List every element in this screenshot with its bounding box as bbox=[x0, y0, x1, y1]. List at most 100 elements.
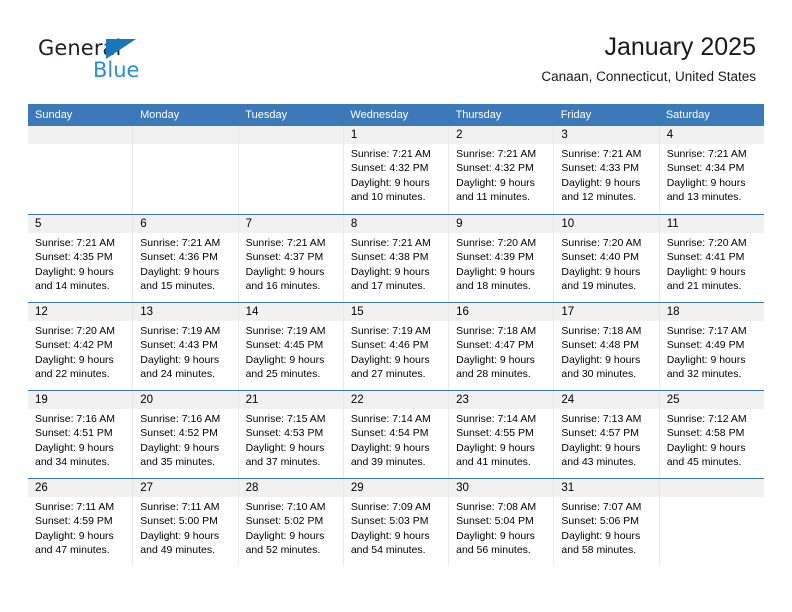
day-cell[interactable]: 6 Sunrise: 7:21 AM Sunset: 4:36 PM Daylight… bbox=[133, 215, 239, 302]
day-detail-line: and 22 minutes. bbox=[35, 368, 110, 381]
day-detail-line: and 47 minutes. bbox=[35, 544, 110, 557]
day-cell[interactable]: 8 Sunrise: 7:21 AM Sunset: 4:38 PM Daylight… bbox=[343, 215, 450, 302]
day-cell[interactable]: 28 Sunrise: 7:10 AM Sunset: 5:02 PM Dayligh… bbox=[238, 479, 344, 566]
day-number: 6 bbox=[133, 215, 238, 233]
day-cell[interactable]: 27 Sunrise: 7:11 AM Sunset: 5:00 PM Dayligh… bbox=[133, 479, 239, 566]
day-detail-line: Sunrise: 7:10 AM bbox=[245, 501, 326, 513]
day-cell[interactable]: 1 Sunrise: 7:21 AM Sunset: 4:32 PM Daylight… bbox=[343, 126, 450, 214]
day-detail-line: and 10 minutes. bbox=[350, 191, 426, 204]
day-detail-line: and 19 minutes. bbox=[561, 280, 637, 293]
day-detail-line: Sunrise: 7:21 AM bbox=[245, 237, 326, 249]
day-detail-line: Sunset: 4:37 PM bbox=[245, 251, 324, 264]
day-cell[interactable]: 2 Sunrise: 7:21 AM Sunset: 4:32 PM Daylight… bbox=[449, 126, 555, 214]
day-cell[interactable]: 19 Sunrise: 7:16 AM Sunset: 4:51 PM Dayligh… bbox=[28, 391, 134, 478]
day-cell[interactable]: 11 Sunrise: 7:20 AM Sunset: 4:41 PM Dayligh… bbox=[659, 215, 764, 302]
day-detail-line: Sunrise: 7:21 AM bbox=[456, 148, 537, 160]
day-cell[interactable]: 20 Sunrise: 7:16 AM Sunset: 4:52 PM Dayligh… bbox=[133, 391, 239, 478]
day-detail-line: and 13 minutes. bbox=[666, 191, 742, 204]
calendar-page: General Blue January 2025 Canaan, Connec… bbox=[0, 0, 792, 612]
day-detail-line: Daylight: 9 hours bbox=[350, 441, 430, 454]
day-detail-line: Sunset: 4:49 PM bbox=[666, 339, 745, 352]
day-number bbox=[133, 126, 238, 144]
weekday-header-tuesday: Tuesday bbox=[245, 109, 288, 121]
day-detail-line: Daylight: 9 hours bbox=[666, 265, 746, 278]
day-detail-line: Sunset: 4:32 PM bbox=[456, 162, 534, 175]
day-detail-line: Sunrise: 7:19 AM bbox=[140, 325, 221, 337]
calendar-week-row: 12 Sunrise: 7:20 AM Sunset: 4:42 PM Dayligh… bbox=[28, 302, 764, 390]
day-detail-line: Sunset: 4:46 PM bbox=[350, 339, 429, 352]
day-number: 7 bbox=[238, 215, 343, 233]
weekday-header-friday: Friday bbox=[560, 109, 592, 121]
weekday-header-row: Sunday Monday Tuesday Wednesday Thursday Frid… bbox=[28, 104, 764, 126]
day-cell[interactable]: 13 Sunrise: 7:19 AM Sunset: 4:43 PM Dayligh… bbox=[133, 303, 239, 390]
day-cell[interactable]: 24 Sunrise: 7:13 AM Sunset: 4:57 PM Dayligh… bbox=[554, 391, 660, 478]
day-cell[interactable]: 26 Sunrise: 7:11 AM Sunset: 4:59 PM Dayligh… bbox=[28, 479, 134, 566]
day-detail-line: Sunset: 4:33 PM bbox=[561, 162, 640, 175]
calendar-week-row: 26 Sunrise: 7:11 AM Sunset: 4:59 PM Dayligh… bbox=[28, 478, 764, 566]
day-cell[interactable]: 14 Sunrise: 7:19 AM Sunset: 4:45 PM Dayligh… bbox=[238, 303, 344, 390]
day-detail-line: Sunset: 4:32 PM bbox=[350, 162, 429, 175]
day-cell[interactable]: 3 Sunrise: 7:21 AM Sunset: 4:33 PM Daylight… bbox=[554, 126, 660, 214]
day-number: 30 bbox=[449, 479, 554, 497]
day-details: Sunrise: 7:16 AM Sunset: 4:51 PM Daylight:… bbox=[28, 409, 132, 470]
day-detail-line: Sunset: 4:58 PM bbox=[666, 427, 745, 440]
day-cell[interactable]: 25 Sunrise: 7:12 AM Sunset: 4:58 PM Dayligh… bbox=[659, 391, 764, 478]
day-cell[interactable]: 4 Sunrise: 7:21 AM Sunset: 4:34 PM Daylight… bbox=[659, 126, 764, 214]
day-detail-line: Daylight: 9 hours bbox=[561, 441, 641, 454]
day-details: Sunrise: 7:21 AM Sunset: 4:32 PM Daylight:… bbox=[344, 144, 448, 205]
day-details: Sunrise: 7:14 AM Sunset: 4:55 PM Daylight:… bbox=[449, 409, 553, 470]
day-details: Sunrise: 7:10 AM Sunset: 5:02 PM Daylight:… bbox=[239, 497, 343, 558]
day-detail-line: Sunrise: 7:21 AM bbox=[140, 237, 221, 249]
day-details: Sunrise: 7:18 AM Sunset: 4:48 PM Daylight:… bbox=[554, 321, 658, 382]
day-details: Sunrise: 7:12 AM Sunset: 4:58 PM Daylight:… bbox=[660, 409, 764, 470]
day-cell[interactable]: 7 Sunrise: 7:21 AM Sunset: 4:37 PM Daylight… bbox=[238, 215, 344, 302]
day-details: Sunrise: 7:21 AM Sunset: 4:32 PM Daylight:… bbox=[449, 144, 553, 205]
day-detail-line: Daylight: 9 hours bbox=[245, 441, 325, 454]
day-detail-line: Sunrise: 7:14 AM bbox=[456, 413, 537, 425]
day-cell[interactable]: 21 Sunrise: 7:15 AM Sunset: 4:53 PM Dayligh… bbox=[238, 391, 344, 478]
day-detail-line: Sunset: 4:38 PM bbox=[350, 251, 429, 264]
day-detail-line: Daylight: 9 hours bbox=[456, 176, 535, 189]
day-cell[interactable]: 22 Sunrise: 7:14 AM Sunset: 4:54 PM Dayligh… bbox=[343, 391, 450, 478]
day-detail-line: Sunset: 4:53 PM bbox=[245, 427, 324, 440]
day-cell[interactable]: 17 Sunrise: 7:18 AM Sunset: 4:48 PM Dayligh… bbox=[554, 303, 660, 390]
day-detail-line: and 25 minutes. bbox=[245, 368, 321, 381]
day-details: Sunrise: 7:20 AM Sunset: 4:39 PM Daylight:… bbox=[449, 233, 553, 294]
day-cell[interactable]: 18 Sunrise: 7:17 AM Sunset: 4:49 PM Dayligh… bbox=[659, 303, 764, 390]
day-details: Sunrise: 7:20 AM Sunset: 4:41 PM Daylight:… bbox=[660, 233, 764, 294]
day-cell[interactable]: 31 Sunrise: 7:07 AM Sunset: 5:06 PM Dayligh… bbox=[554, 479, 660, 566]
day-detail-line: Sunrise: 7:14 AM bbox=[350, 413, 431, 425]
day-cell[interactable]: 12 Sunrise: 7:20 AM Sunset: 4:42 PM Dayligh… bbox=[28, 303, 134, 390]
day-number: 8 bbox=[343, 215, 449, 233]
day-detail-line: and 16 minutes. bbox=[245, 280, 321, 293]
day-detail-line: Daylight: 9 hours bbox=[666, 353, 746, 366]
day-detail-line: Sunrise: 7:11 AM bbox=[140, 501, 220, 513]
day-cell[interactable]: 29 Sunrise: 7:09 AM Sunset: 5:03 PM Dayligh… bbox=[343, 479, 450, 566]
day-number: 5 bbox=[28, 215, 133, 233]
day-details bbox=[239, 144, 343, 147]
day-number: 31 bbox=[554, 479, 659, 497]
triangle-icon bbox=[106, 39, 136, 59]
day-cell[interactable]: 16 Sunrise: 7:18 AM Sunset: 4:47 PM Dayligh… bbox=[449, 303, 555, 390]
day-number: 14 bbox=[238, 303, 343, 321]
day-number: 16 bbox=[449, 303, 554, 321]
general-blue-logo[interactable]: General Blue bbox=[38, 38, 218, 88]
day-number: 10 bbox=[554, 215, 659, 233]
day-number: 17 bbox=[554, 303, 659, 321]
day-detail-line: Sunrise: 7:15 AM bbox=[245, 413, 326, 425]
day-details: Sunrise: 7:20 AM Sunset: 4:42 PM Daylight:… bbox=[28, 321, 132, 382]
day-cell[interactable]: 9 Sunrise: 7:20 AM Sunset: 4:39 PM Daylight… bbox=[449, 215, 555, 302]
day-detail-line: and 17 minutes. bbox=[350, 280, 426, 293]
day-detail-line: Daylight: 9 hours bbox=[456, 441, 535, 454]
day-cell[interactable]: 10 Sunrise: 7:20 AM Sunset: 4:40 PM Dayligh… bbox=[554, 215, 660, 302]
day-cell[interactable]: 23 Sunrise: 7:14 AM Sunset: 4:55 PM Dayligh… bbox=[449, 391, 555, 478]
day-detail-line: Daylight: 9 hours bbox=[140, 441, 220, 454]
day-cell[interactable]: 5 Sunrise: 7:21 AM Sunset: 4:35 PM Daylight… bbox=[28, 215, 134, 302]
day-cell[interactable]: 15 Sunrise: 7:19 AM Sunset: 4:46 PM Dayligh… bbox=[343, 303, 450, 390]
day-number: 3 bbox=[554, 126, 659, 144]
day-detail-line: Sunrise: 7:20 AM bbox=[666, 237, 747, 249]
day-cell[interactable]: 30 Sunrise: 7:08 AM Sunset: 5:04 PM Dayligh… bbox=[449, 479, 555, 566]
day-detail-line: and 49 minutes. bbox=[140, 544, 215, 557]
day-detail-line: Sunrise: 7:18 AM bbox=[561, 325, 642, 337]
day-number: 28 bbox=[238, 479, 343, 497]
